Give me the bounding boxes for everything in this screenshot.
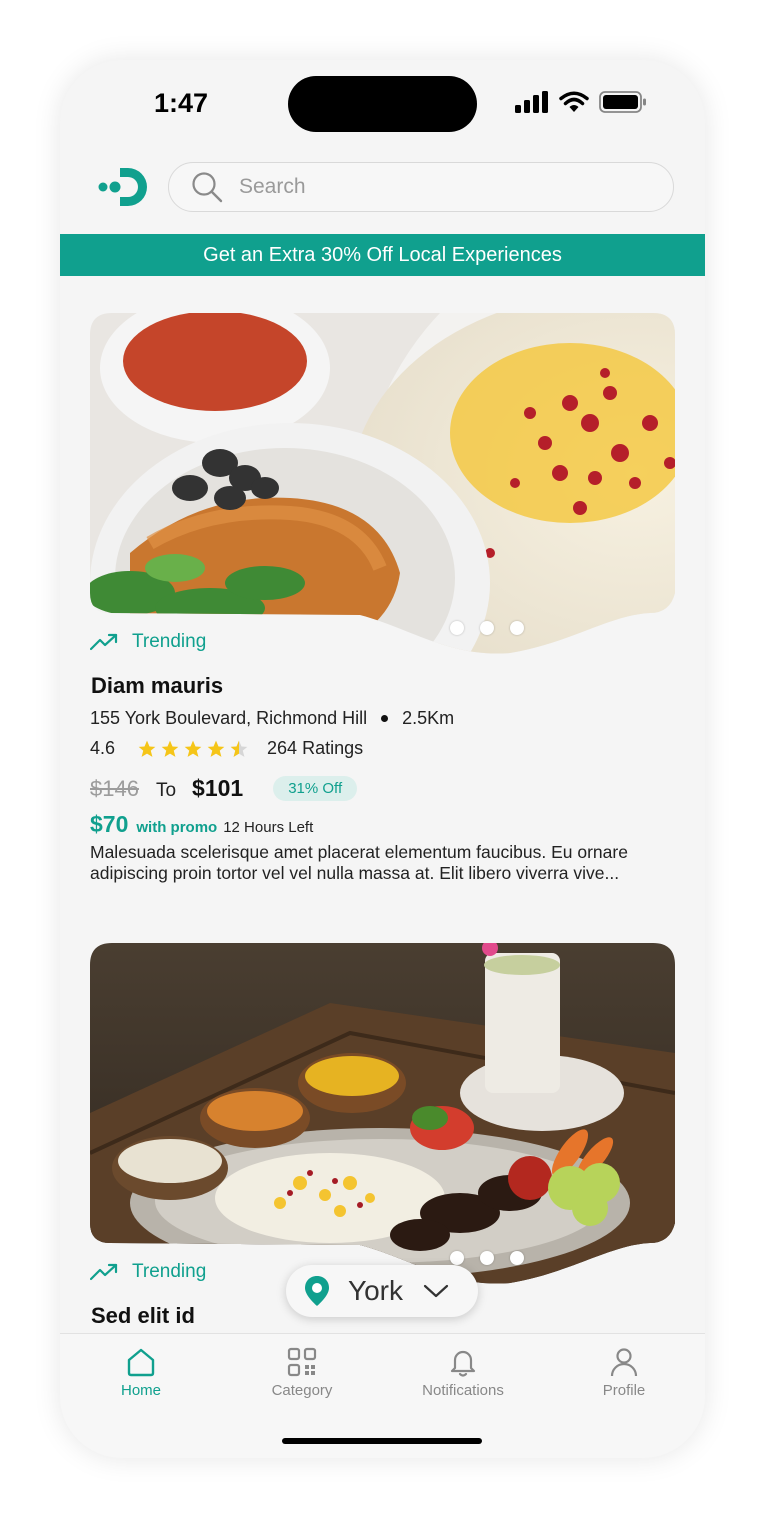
promo-label: with promo xyxy=(136,819,218,836)
promo-banner[interactable]: Get an Extra 30% Off Local Experiences xyxy=(60,234,705,276)
trending-label: Trending xyxy=(132,631,207,652)
app-logo[interactable] xyxy=(98,164,148,210)
tab-label: Category xyxy=(271,1382,333,1399)
home-indicator[interactable] xyxy=(282,1438,482,1444)
listing-card[interactable]: Trending Sed elit id xyxy=(90,943,675,1328)
dynamic-island xyxy=(288,76,477,132)
map-pin-icon xyxy=(305,1276,329,1306)
star-icon xyxy=(138,740,156,757)
time-left: 12 Hours Left xyxy=(223,819,314,836)
star-icon xyxy=(207,740,225,757)
trending-badge: Trending xyxy=(90,631,206,653)
tab-notifications[interactable]: Notifications xyxy=(403,1346,523,1399)
ratings-count[interactable]: 264 Ratings xyxy=(267,738,363,759)
listing-description: Malesuada scelerisque amet placerat elem… xyxy=(90,842,628,883)
carousel-dot[interactable] xyxy=(480,621,494,635)
bell-icon xyxy=(450,1350,476,1377)
rating-row: 4.6 264 Ratings xyxy=(90,738,363,759)
search-bar[interactable] xyxy=(168,162,674,212)
search-input[interactable] xyxy=(237,174,641,200)
carousel-dot[interactable] xyxy=(450,1251,464,1265)
price-row: $146 To $101 31% Off xyxy=(90,775,358,802)
location-value: York xyxy=(348,1275,404,1306)
discounted-price: $101 xyxy=(192,775,244,801)
location-selector[interactable]: York xyxy=(286,1265,478,1317)
promo-price-row: $70 with promo 12 Hours Left xyxy=(90,811,313,838)
trending-badge: Trending xyxy=(90,1261,206,1283)
home-icon xyxy=(127,1348,155,1377)
listing-address-row: 155 York Boulevard, Richmond Hill 2.5Km xyxy=(90,708,454,729)
status-time: 1:47 xyxy=(154,88,209,118)
tab-home[interactable]: Home xyxy=(81,1346,201,1399)
carousel-dot[interactable] xyxy=(510,1251,524,1265)
tab-label: Profile xyxy=(602,1382,646,1399)
star-icon xyxy=(184,740,202,757)
promo-banner-text: Get an Extra 30% Off Local Experiences xyxy=(203,243,562,266)
food-photo xyxy=(90,943,675,1284)
separator-dot xyxy=(381,715,389,722)
trending-up-icon xyxy=(90,633,118,651)
listing-title[interactable]: Diam mauris xyxy=(91,673,223,699)
tab-category[interactable]: Category xyxy=(242,1346,362,1399)
chevron-down-icon xyxy=(423,1284,449,1298)
listing-image-carousel[interactable] xyxy=(90,313,675,658)
half-star-icon xyxy=(230,740,248,757)
rating-stars xyxy=(137,739,249,759)
discount-badge: 31% Off xyxy=(273,776,358,801)
phone-frame: 1:47 Get an Extra 30% Off xyxy=(60,60,705,1458)
listing-card[interactable]: Trending Diam mauris 155 York Boulevard,… xyxy=(90,313,675,883)
listing-image-carousel[interactable] xyxy=(90,943,675,1288)
carousel-dot[interactable] xyxy=(510,621,524,635)
battery-icon xyxy=(599,91,646,113)
status-icons xyxy=(515,90,647,114)
food-photo xyxy=(90,313,675,654)
tab-label: Notifications xyxy=(422,1382,504,1399)
signal-icon xyxy=(515,91,548,113)
carousel-dots[interactable] xyxy=(450,621,524,635)
listing-title[interactable]: Sed elit id xyxy=(91,1303,195,1329)
person-icon xyxy=(610,1348,638,1377)
rating-value: 4.6 xyxy=(90,738,116,758)
carousel-dot[interactable] xyxy=(450,621,464,635)
tab-profile[interactable]: Profile xyxy=(564,1346,684,1399)
search-icon xyxy=(192,172,223,203)
price-to-label: To xyxy=(155,779,177,801)
promo-price: $70 xyxy=(90,811,129,837)
qr-grid-icon xyxy=(287,1347,317,1377)
trending-up-icon xyxy=(90,1263,118,1281)
tab-label: Home xyxy=(120,1382,161,1399)
listing-distance: 2.5Km xyxy=(402,708,455,728)
wifi-icon xyxy=(559,91,589,112)
listing-address: 155 York Boulevard, Richmond Hill xyxy=(90,708,368,728)
trending-label: Trending xyxy=(132,1261,207,1282)
carousel-dot[interactable] xyxy=(480,1251,494,1265)
original-price: $146 xyxy=(90,775,139,801)
star-icon xyxy=(161,740,179,757)
carousel-dots[interactable] xyxy=(450,1251,524,1265)
